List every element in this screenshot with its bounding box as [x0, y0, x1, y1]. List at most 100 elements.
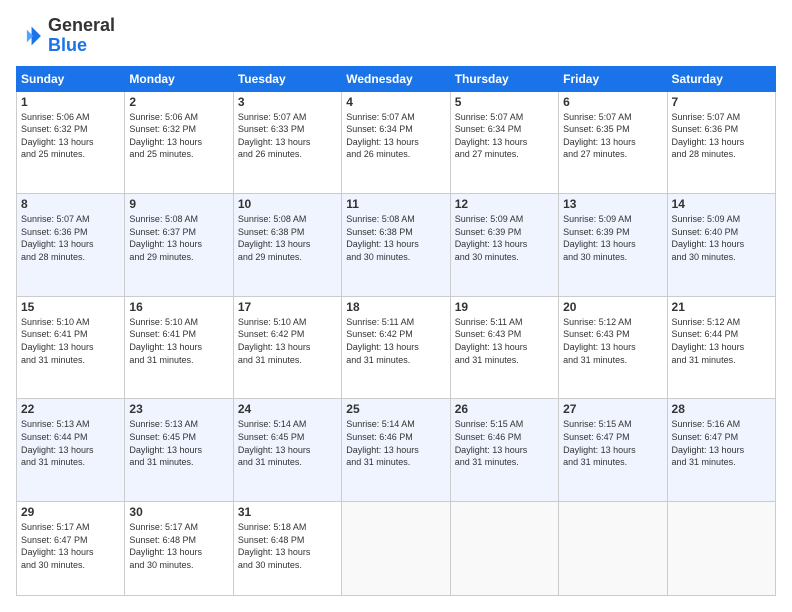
calendar-cell: 26 Sunrise: 5:15 AM Sunset: 6:46 PM Dayl…	[450, 399, 558, 502]
calendar-cell: 3 Sunrise: 5:07 AM Sunset: 6:33 PM Dayli…	[233, 91, 341, 194]
logo-icon	[16, 22, 44, 50]
calendar-cell: 29 Sunrise: 5:17 AM Sunset: 6:47 PM Dayl…	[17, 501, 125, 595]
weekday-header-tuesday: Tuesday	[233, 66, 341, 91]
day-number: 12	[455, 197, 554, 211]
day-number: 14	[672, 197, 771, 211]
calendar-cell: 8 Sunrise: 5:07 AM Sunset: 6:36 PM Dayli…	[17, 194, 125, 297]
weekday-header-row: SundayMondayTuesdayWednesdayThursdayFrid…	[17, 66, 776, 91]
calendar-cell: 6 Sunrise: 5:07 AM Sunset: 6:35 PM Dayli…	[559, 91, 667, 194]
calendar-cell: 10 Sunrise: 5:08 AM Sunset: 6:38 PM Dayl…	[233, 194, 341, 297]
day-number: 26	[455, 402, 554, 416]
calendar-cell: 25 Sunrise: 5:14 AM Sunset: 6:46 PM Dayl…	[342, 399, 450, 502]
day-number: 31	[238, 505, 337, 519]
day-number: 7	[672, 95, 771, 109]
calendar-cell: 19 Sunrise: 5:11 AM Sunset: 6:43 PM Dayl…	[450, 296, 558, 399]
calendar-cell	[450, 501, 558, 595]
day-info: Sunrise: 5:13 AM Sunset: 6:44 PM Dayligh…	[21, 418, 120, 468]
weekday-header-monday: Monday	[125, 66, 233, 91]
day-info: Sunrise: 5:12 AM Sunset: 6:43 PM Dayligh…	[563, 316, 662, 366]
day-info: Sunrise: 5:07 AM Sunset: 6:35 PM Dayligh…	[563, 111, 662, 161]
calendar-week-row: 8 Sunrise: 5:07 AM Sunset: 6:36 PM Dayli…	[17, 194, 776, 297]
calendar-cell: 16 Sunrise: 5:10 AM Sunset: 6:41 PM Dayl…	[125, 296, 233, 399]
day-number: 18	[346, 300, 445, 314]
calendar-cell: 23 Sunrise: 5:13 AM Sunset: 6:45 PM Dayl…	[125, 399, 233, 502]
day-number: 23	[129, 402, 228, 416]
calendar-cell: 9 Sunrise: 5:08 AM Sunset: 6:37 PM Dayli…	[125, 194, 233, 297]
calendar-week-row: 29 Sunrise: 5:17 AM Sunset: 6:47 PM Dayl…	[17, 501, 776, 595]
calendar-cell: 2 Sunrise: 5:06 AM Sunset: 6:32 PM Dayli…	[125, 91, 233, 194]
calendar-cell: 1 Sunrise: 5:06 AM Sunset: 6:32 PM Dayli…	[17, 91, 125, 194]
calendar-cell	[342, 501, 450, 595]
calendar-cell: 15 Sunrise: 5:10 AM Sunset: 6:41 PM Dayl…	[17, 296, 125, 399]
calendar-cell: 27 Sunrise: 5:15 AM Sunset: 6:47 PM Dayl…	[559, 399, 667, 502]
calendar-cell: 4 Sunrise: 5:07 AM Sunset: 6:34 PM Dayli…	[342, 91, 450, 194]
day-info: Sunrise: 5:10 AM Sunset: 6:41 PM Dayligh…	[21, 316, 120, 366]
day-number: 9	[129, 197, 228, 211]
day-number: 13	[563, 197, 662, 211]
day-info: Sunrise: 5:16 AM Sunset: 6:47 PM Dayligh…	[672, 418, 771, 468]
day-number: 19	[455, 300, 554, 314]
weekday-header-friday: Friday	[559, 66, 667, 91]
day-info: Sunrise: 5:12 AM Sunset: 6:44 PM Dayligh…	[672, 316, 771, 366]
day-number: 29	[21, 505, 120, 519]
day-info: Sunrise: 5:17 AM Sunset: 6:47 PM Dayligh…	[21, 521, 120, 571]
day-info: Sunrise: 5:14 AM Sunset: 6:46 PM Dayligh…	[346, 418, 445, 468]
day-number: 15	[21, 300, 120, 314]
day-info: Sunrise: 5:10 AM Sunset: 6:42 PM Dayligh…	[238, 316, 337, 366]
day-info: Sunrise: 5:17 AM Sunset: 6:48 PM Dayligh…	[129, 521, 228, 571]
calendar-cell: 18 Sunrise: 5:11 AM Sunset: 6:42 PM Dayl…	[342, 296, 450, 399]
calendar-cell: 7 Sunrise: 5:07 AM Sunset: 6:36 PM Dayli…	[667, 91, 775, 194]
calendar-cell: 28 Sunrise: 5:16 AM Sunset: 6:47 PM Dayl…	[667, 399, 775, 502]
calendar-week-row: 1 Sunrise: 5:06 AM Sunset: 6:32 PM Dayli…	[17, 91, 776, 194]
day-info: Sunrise: 5:10 AM Sunset: 6:41 PM Dayligh…	[129, 316, 228, 366]
calendar-cell: 21 Sunrise: 5:12 AM Sunset: 6:44 PM Dayl…	[667, 296, 775, 399]
calendar-cell: 30 Sunrise: 5:17 AM Sunset: 6:48 PM Dayl…	[125, 501, 233, 595]
calendar-cell: 13 Sunrise: 5:09 AM Sunset: 6:39 PM Dayl…	[559, 194, 667, 297]
day-number: 22	[21, 402, 120, 416]
day-number: 20	[563, 300, 662, 314]
day-number: 21	[672, 300, 771, 314]
day-number: 28	[672, 402, 771, 416]
day-number: 30	[129, 505, 228, 519]
day-number: 3	[238, 95, 337, 109]
day-number: 24	[238, 402, 337, 416]
day-number: 27	[563, 402, 662, 416]
day-info: Sunrise: 5:08 AM Sunset: 6:38 PM Dayligh…	[346, 213, 445, 263]
calendar-cell: 17 Sunrise: 5:10 AM Sunset: 6:42 PM Dayl…	[233, 296, 341, 399]
day-info: Sunrise: 5:18 AM Sunset: 6:48 PM Dayligh…	[238, 521, 337, 571]
calendar-cell: 14 Sunrise: 5:09 AM Sunset: 6:40 PM Dayl…	[667, 194, 775, 297]
day-number: 11	[346, 197, 445, 211]
day-info: Sunrise: 5:09 AM Sunset: 6:40 PM Dayligh…	[672, 213, 771, 263]
day-number: 16	[129, 300, 228, 314]
weekday-header-wednesday: Wednesday	[342, 66, 450, 91]
day-info: Sunrise: 5:14 AM Sunset: 6:45 PM Dayligh…	[238, 418, 337, 468]
logo-text: General Blue	[48, 16, 115, 56]
day-number: 6	[563, 95, 662, 109]
page: General Blue SundayMondayTuesdayWednesda…	[0, 0, 792, 612]
day-number: 8	[21, 197, 120, 211]
day-info: Sunrise: 5:07 AM Sunset: 6:34 PM Dayligh…	[455, 111, 554, 161]
calendar-cell: 12 Sunrise: 5:09 AM Sunset: 6:39 PM Dayl…	[450, 194, 558, 297]
day-info: Sunrise: 5:08 AM Sunset: 6:37 PM Dayligh…	[129, 213, 228, 263]
calendar-week-row: 22 Sunrise: 5:13 AM Sunset: 6:44 PM Dayl…	[17, 399, 776, 502]
day-info: Sunrise: 5:13 AM Sunset: 6:45 PM Dayligh…	[129, 418, 228, 468]
weekday-header-sunday: Sunday	[17, 66, 125, 91]
calendar-cell: 24 Sunrise: 5:14 AM Sunset: 6:45 PM Dayl…	[233, 399, 341, 502]
day-info: Sunrise: 5:09 AM Sunset: 6:39 PM Dayligh…	[455, 213, 554, 263]
day-info: Sunrise: 5:07 AM Sunset: 6:34 PM Dayligh…	[346, 111, 445, 161]
day-number: 2	[129, 95, 228, 109]
day-info: Sunrise: 5:11 AM Sunset: 6:43 PM Dayligh…	[455, 316, 554, 366]
day-info: Sunrise: 5:07 AM Sunset: 6:36 PM Dayligh…	[21, 213, 120, 263]
weekday-header-saturday: Saturday	[667, 66, 775, 91]
day-number: 4	[346, 95, 445, 109]
day-info: Sunrise: 5:15 AM Sunset: 6:47 PM Dayligh…	[563, 418, 662, 468]
calendar-table: SundayMondayTuesdayWednesdayThursdayFrid…	[16, 66, 776, 596]
day-info: Sunrise: 5:06 AM Sunset: 6:32 PM Dayligh…	[129, 111, 228, 161]
weekday-header-thursday: Thursday	[450, 66, 558, 91]
day-info: Sunrise: 5:15 AM Sunset: 6:46 PM Dayligh…	[455, 418, 554, 468]
day-info: Sunrise: 5:07 AM Sunset: 6:36 PM Dayligh…	[672, 111, 771, 161]
calendar-cell: 11 Sunrise: 5:08 AM Sunset: 6:38 PM Dayl…	[342, 194, 450, 297]
calendar-cell: 5 Sunrise: 5:07 AM Sunset: 6:34 PM Dayli…	[450, 91, 558, 194]
calendar-week-row: 15 Sunrise: 5:10 AM Sunset: 6:41 PM Dayl…	[17, 296, 776, 399]
day-info: Sunrise: 5:08 AM Sunset: 6:38 PM Dayligh…	[238, 213, 337, 263]
